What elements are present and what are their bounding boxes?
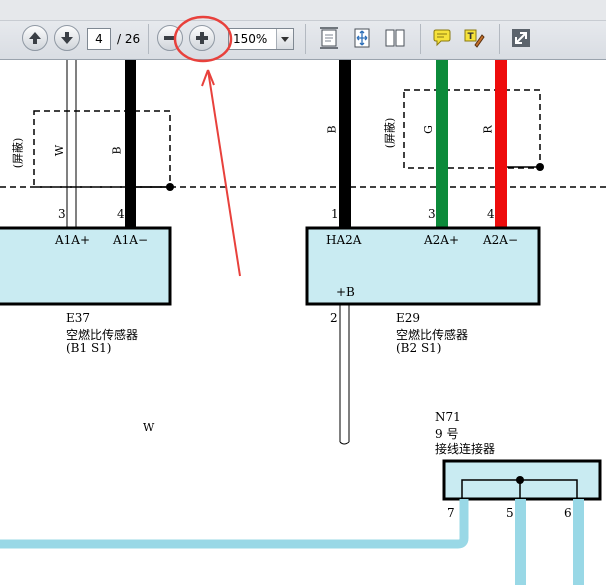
wiring-diagram [0, 60, 606, 585]
e37-pin-a1a-minus: A1A− [113, 233, 149, 247]
page-number-input[interactable]: 4 [87, 28, 111, 50]
n71-pin-5: 5 [506, 506, 514, 520]
fit-page-button[interactable] [316, 25, 342, 51]
n71-pin-6: 6 [564, 506, 572, 520]
e29-pin-4: 4 [487, 207, 495, 221]
wire-label-r: R [481, 125, 495, 134]
shield-label-right: (屏蔽) [383, 117, 397, 149]
wire-label-b-e29: B [325, 125, 339, 134]
annotation-arrow-head [201, 69, 215, 87]
e29-pin-3: 3 [428, 207, 436, 221]
svg-text:T: T [468, 32, 475, 42]
e29-pin-a2a-minus: A2A− [483, 233, 519, 247]
wire-label-g: G [421, 125, 435, 134]
wire-lightblue-pin5 [515, 499, 526, 585]
e29-pin-a2a-plus: A2A+ [424, 233, 460, 247]
toolbar-separator [148, 24, 149, 54]
e29-pin-ha2a: HA2A [326, 233, 362, 247]
junction-dot-right [536, 163, 544, 171]
pdf-toolbar: 4 / 26 150% T [0, 0, 606, 60]
n71-pin-7: 7 [447, 506, 455, 520]
wire-r [495, 60, 507, 228]
annotation-circle [173, 15, 233, 63]
wire-g [436, 60, 448, 228]
e29-pin-2: 2 [330, 311, 338, 325]
e29-pin-plus-b: +B [336, 285, 355, 299]
annotation-arrow-shaft [207, 69, 241, 277]
e37-pin-4: 4 [117, 207, 125, 221]
wire-e29-pin2-end [339, 441, 350, 445]
zoom-select[interactable]: 150% [228, 28, 294, 50]
fit-width-icon [354, 28, 370, 48]
fit-page-icon [320, 27, 338, 49]
wire-lightblue-pin7 [0, 499, 469, 549]
previous-page-button[interactable] [22, 25, 48, 51]
wire-b-e29 [339, 60, 351, 228]
zoom-value: 150% [233, 32, 268, 46]
wire-lightblue-pin6 [573, 499, 584, 585]
wire-label-w-middle: W [143, 421, 155, 434]
arrow-down-icon [61, 32, 73, 44]
fit-width-button[interactable] [349, 25, 375, 51]
n71-junction-dot [516, 476, 524, 484]
n71-id: N71 [435, 410, 461, 424]
wire-b-e37 [125, 60, 136, 228]
shield-label-left: (屏蔽) [11, 137, 25, 169]
two-page-view-button[interactable] [382, 25, 408, 51]
full-screen-button[interactable] [508, 25, 534, 51]
comment-bubble-icon [433, 29, 451, 47]
arrow-up-icon [29, 32, 41, 44]
highlighter-icon: T [464, 29, 485, 48]
e37-id: E37 [66, 311, 91, 325]
toolbar-separator [305, 24, 306, 54]
zoom-dropdown-button[interactable] [276, 29, 293, 49]
toolbar-separator [420, 24, 421, 54]
wire-label-b-e37: B [110, 146, 124, 155]
next-page-button[interactable] [54, 25, 80, 51]
e29-position: (B2 S1) [396, 341, 442, 355]
e37-pin-3: 3 [58, 207, 66, 221]
page-total: / 26 [117, 32, 141, 46]
toolbar-separator [499, 24, 500, 54]
highlight-text-button[interactable]: T [461, 25, 487, 51]
n71-name: 接线连接器 [435, 442, 496, 456]
menu-strip [0, 0, 606, 21]
expand-icon [512, 29, 530, 47]
junction-dot-left [166, 183, 174, 191]
comment-button[interactable] [429, 25, 455, 51]
e37-pin-a1a-plus: A1A+ [55, 233, 91, 247]
e37-position: (B1 S1) [66, 341, 112, 355]
wire-label-w: W [53, 144, 67, 157]
e29-id: E29 [396, 311, 421, 325]
two-pages-icon [385, 29, 405, 47]
chevron-down-icon [281, 37, 289, 42]
e29-pin-1: 1 [331, 207, 339, 221]
